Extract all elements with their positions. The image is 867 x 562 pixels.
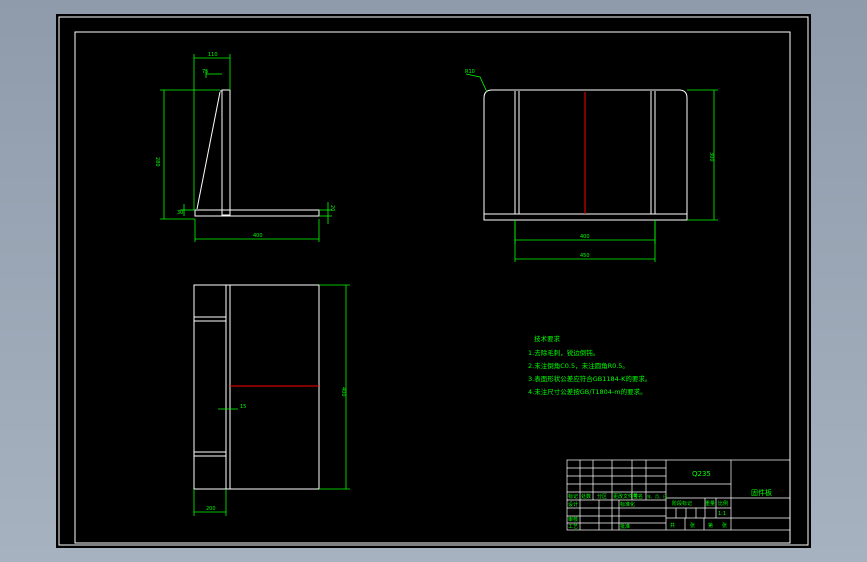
dim-top-inner: 75 [202, 69, 208, 75]
dim-front-fillet: R10 [465, 69, 475, 75]
tb-scale-label: 比例 [718, 500, 728, 507]
inner-frame [74, 31, 791, 544]
dim-left-height: 280 [154, 157, 160, 167]
drawing-canvas: 110 75 280 30 20 400 R10 300 400 450 15 … [56, 14, 811, 548]
tb-stage-mark: 阶段标记 [672, 500, 692, 507]
plan-view-dim-texts: 15 400 200 [206, 387, 346, 512]
dim-left-small: 30 [177, 210, 183, 216]
tb-reviewer: 审核 [568, 516, 578, 523]
tb-standard: 标准化 [620, 501, 635, 508]
technical-notes: 技术要求 1.去除毛刺，锐边倒钝。 2.未注倒角C0.5，未注圆角R0.5。 3… [528, 334, 651, 396]
note-2: 2.未注倒角C0.5，未注圆角R0.5。 [528, 361, 629, 370]
dim-left-base-thk: 20 [329, 205, 335, 211]
tb-rev-mark: 标记 [568, 493, 578, 500]
side-vertical-plate [221, 89, 231, 216]
tb-scale: 1:1 [718, 511, 726, 517]
note-4: 4.未注尺寸公差按GB/T1804-m的要求。 [528, 387, 647, 396]
side-view-dimensions [160, 54, 332, 242]
tb-part-name: 固件板 [751, 488, 772, 497]
tb-rev-count: 处数 [581, 493, 591, 500]
dim-left-base-len: 400 [253, 233, 263, 239]
tb-sheet-of: 第 [708, 522, 713, 529]
note-3: 3.表面形状公差应符合GB1184-K的要求。 [528, 374, 651, 383]
dim-plan-height: 400 [340, 387, 346, 397]
front-base [483, 213, 688, 221]
front-view-dimensions [465, 73, 718, 262]
plan-outline [193, 284, 320, 490]
side-view-dim-texts: 110 75 280 30 20 400 [154, 52, 335, 239]
plan-view [193, 284, 320, 490]
tb-sheet-of-end: 张 [722, 522, 727, 529]
front-view-dim-texts: R10 300 400 450 [465, 69, 714, 259]
tb-rev-zone: 分区 [597, 493, 607, 500]
dim-plan-width: 200 [206, 506, 216, 512]
tb-process: 工艺 [568, 524, 578, 530]
notes-title: 技术要求 [534, 334, 561, 343]
plan-view-dimensions [193, 284, 350, 516]
tb-approve: 批准 [620, 523, 630, 530]
dim-top-width: 110 [208, 52, 218, 58]
tb-material: Q235 [692, 470, 711, 478]
dim-front-height: 300 [708, 152, 714, 162]
side-base-plate [194, 209, 320, 217]
note-1: 1.去除毛刺，锐边倒钝。 [528, 348, 599, 357]
dim-plan-mark: 15 [240, 404, 246, 410]
outer-frame [58, 16, 809, 546]
tb-rev-sign: 签名 [633, 493, 643, 500]
cad-drawing: 110 75 280 30 20 400 R10 300 400 450 15 … [58, 16, 809, 546]
side-view [194, 89, 320, 217]
tb-sheet-total: 共 [670, 522, 675, 529]
tb-rev-date: 年、月、日 [647, 493, 667, 499]
dim-front-outer-width: 450 [580, 253, 590, 259]
tb-weight: 重量 [705, 500, 715, 507]
tb-designer: 设计 [568, 501, 578, 508]
dim-front-inner-width: 400 [580, 234, 590, 240]
tb-sheet-no: 张 [690, 522, 695, 529]
